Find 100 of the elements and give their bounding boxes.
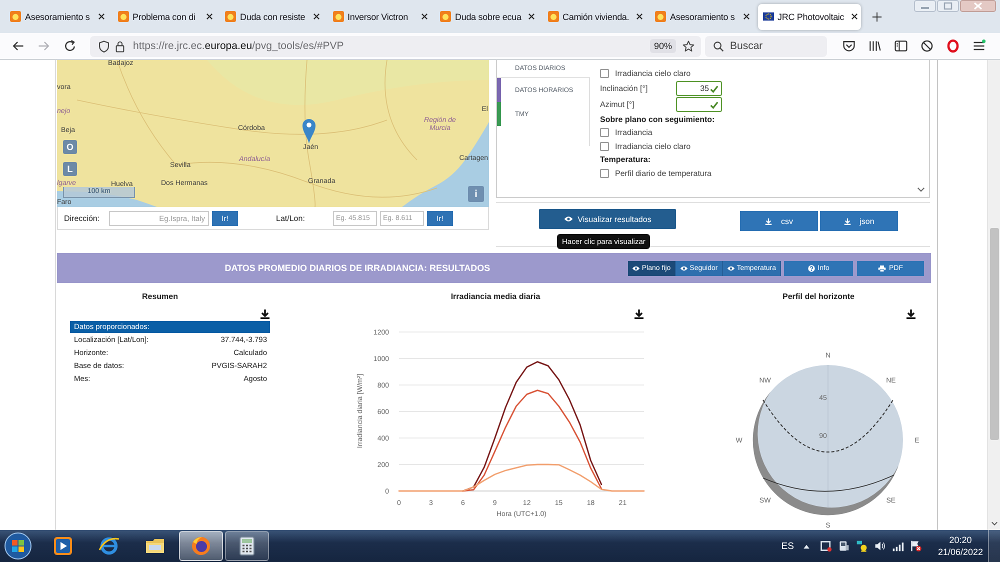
checkbox-label: Irradiancia cielo claro [615,142,691,151]
field-label: Lat/Lon: [276,214,306,222]
section-title: Resumen [140,291,179,302]
sun-icon [10,11,21,22]
field-label: Dirección: [64,214,101,222]
eye-icon [564,216,573,222]
blocked-icon[interactable] [920,39,934,53]
browser-tab[interactable]: Camión vivienda. [542,4,646,30]
sun-icon [225,11,236,22]
map-layer-button[interactable]: L [63,162,77,176]
clock-date[interactable]: 21/06/2022 [938,546,983,558]
checkbox[interactable] [600,142,609,151]
browser-tab[interactable]: Inversor Victron [328,4,430,30]
taskbar-button[interactable] [179,531,223,561]
eye-icon [726,266,735,270]
number-field[interactable] [676,97,722,112]
browser-tab[interactable]: Duda con resiste [220,4,323,30]
language-indicator[interactable]: ES [781,540,794,552]
scrollbar[interactable] [987,60,1000,530]
close-icon[interactable] [206,13,212,20]
location-pin-icon[interactable] [302,118,316,144]
scrollbar-thumb[interactable] [990,228,998,440]
sun-icon [655,11,666,22]
search-icon [713,40,724,52]
sun-icon [332,11,344,22]
download-button[interactable]: csv [740,211,818,231]
search-field[interactable]: Buscar [705,36,827,56]
map-drawing[interactable] [57,60,489,207]
results-title: DATOS PROMEDIO DIARIOS DE IRRADIANCIA: RESULTADOS [224,263,492,273]
sun-icon [548,11,558,22]
chevron-down-icon[interactable] [917,187,925,192]
checkbox[interactable] [600,128,609,138]
chevron-down-icon[interactable] [990,521,998,526]
browser-tab[interactable]: Problema con di [112,4,216,30]
printer-icon [878,264,886,272]
lock-icon[interactable] [114,40,126,52]
close-icon[interactable] [743,13,750,20]
shield-icon[interactable] [98,40,110,52]
eye-icon [632,266,640,270]
browser-tab[interactable]: JRC Photovoltaic [758,4,860,30]
field-label: Inclinación [°] [600,84,649,93]
download-icon[interactable] [260,309,270,319]
download-button[interactable]: json [820,211,898,231]
taskbar-button[interactable] [225,531,269,561]
browser-tab[interactable]: Duda sobre ecua [435,4,538,30]
start-orb-icon[interactable] [4,532,32,560]
chevron-badge-icon[interactable] [842,39,856,53]
reload-icon[interactable] [63,39,77,53]
section-heading: Temperatura: [600,154,652,166]
checkbox-label: Perfil diario de temperatura [615,168,712,178]
question-icon [808,264,815,272]
visualize-button[interactable]: Visualizar resultados [539,209,676,229]
close-icon[interactable] [313,13,320,20]
show-desktop-button[interactable] [988,530,1000,562]
flag-icon[interactable] [910,540,922,552]
clock-time[interactable]: 20:20 [949,534,972,546]
download-icon[interactable] [906,309,916,319]
url-text: https://re.jrc.ec.europa.eu/pvg_tools/es/#PVP [133,40,345,52]
menu-icon[interactable] [972,39,986,53]
eye-icon [680,266,688,270]
device-icon[interactable] [838,540,850,552]
sun-icon [440,11,451,22]
browser-tab[interactable]: Asesoramiento s [650,4,753,30]
address-bar[interactable]: https://re.jrc.ec.europa.eu/pvg_tools/es/#PVP 90% [90,36,701,56]
section-heading: Sobre plano con seguimiento: [600,114,716,126]
close-icon[interactable] [98,13,105,20]
field-label: Azimut [°] [600,100,636,109]
sun-icon [118,11,128,22]
play-icon [52,535,74,557]
download-icon[interactable] [634,309,644,319]
ring-icon [98,535,120,557]
back-icon[interactable] [11,39,25,53]
disc-icon [190,535,212,557]
caret-up-icon[interactable] [802,544,810,548]
number-field[interactable]: 35 [676,81,722,96]
speaker-icon[interactable] [874,540,886,552]
plus-icon[interactable] [872,12,882,22]
map-layer-button[interactable]: O [63,140,77,154]
download-icon [844,218,851,224]
square-badge-icon[interactable] [820,540,832,552]
checkbox[interactable] [600,168,609,178]
zoom-level-button[interactable]: 90% [650,39,676,53]
checkbox-label: Irradiancia cielo claro [615,69,691,78]
browser-tab[interactable]: Asesoramiento s [5,4,108,30]
download-icon [765,218,772,224]
ring-icon[interactable] [946,39,960,53]
section-title: Perfil del horizonte [781,291,856,302]
library-icon[interactable] [868,39,882,53]
close-icon[interactable] [850,13,858,20]
sidebar-icon[interactable] [894,39,908,53]
checkbox-label: Irradiancia [615,128,652,138]
signal-bars-icon[interactable] [892,540,904,552]
close-icon[interactable] [528,13,535,20]
close-icon[interactable] [636,13,642,20]
bulb-icon[interactable] [856,540,868,552]
close-icon[interactable] [420,13,428,20]
flag-icon [762,11,774,22]
star-icon[interactable] [682,40,695,52]
section-title: Irradiancia media diaria [450,291,542,302]
checkbox[interactable] [600,69,609,78]
